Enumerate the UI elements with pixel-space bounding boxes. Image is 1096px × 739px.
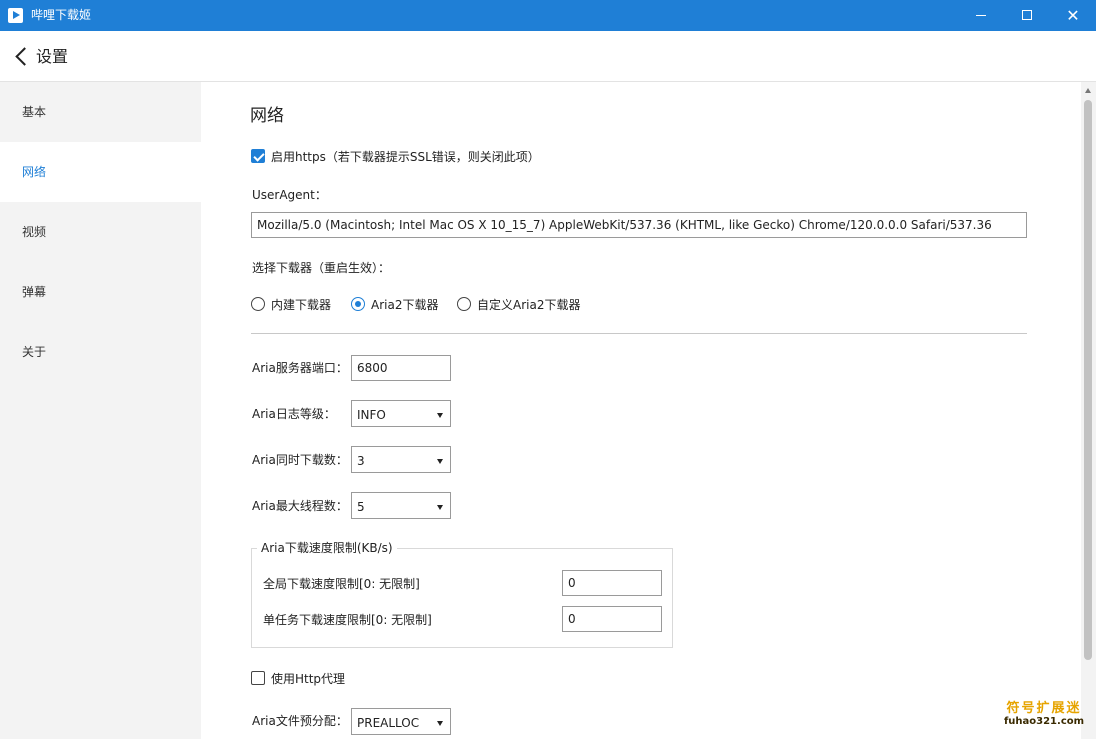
aria-threads-value: 5	[357, 500, 365, 514]
minimize-icon[interactable]	[958, 0, 1004, 31]
aria-log-level-select[interactable]: INFO	[351, 400, 451, 427]
speed-limit-legend: Aria下载速度限制(KB/s)	[257, 540, 397, 556]
aria2-downloader-radio[interactable]	[351, 297, 365, 311]
dropdown-caret-icon	[437, 505, 443, 510]
global-speed-limit-label: 全局下载速度限制[0: 无限制]	[263, 577, 420, 591]
aria-prealloc-value: PREALLOC	[357, 716, 420, 730]
title-bar: 哔哩下载姬 ✕	[0, 0, 1096, 31]
settings-header: 设置	[0, 31, 1096, 82]
chevron-left-icon[interactable]	[15, 47, 29, 67]
builtin-downloader-label[interactable]: 内建下载器	[271, 297, 331, 313]
sidebar-item-network[interactable]: 网络	[0, 142, 201, 202]
scrollbar-thumb[interactable]	[1084, 100, 1092, 660]
scroll-up-arrow-icon[interactable]	[1085, 88, 1091, 93]
aria-port-input[interactable]: 6800	[351, 355, 451, 381]
custom-aria2-downloader-label[interactable]: 自定义Aria2下载器	[477, 297, 580, 313]
http-proxy-checkbox[interactable]	[251, 671, 265, 685]
aria2-downloader-label[interactable]: Aria2下载器	[371, 297, 438, 313]
dropdown-caret-icon	[437, 721, 443, 726]
window-title: 哔哩下载姬	[31, 8, 92, 22]
settings-sidebar: 基本 网络 视频 弹幕 关于	[0, 82, 201, 739]
maximize-icon[interactable]	[1004, 0, 1050, 31]
https-checkbox[interactable]	[251, 149, 265, 163]
sidebar-item-about[interactable]: 关于	[0, 322, 201, 382]
user-agent-input[interactable]: Mozilla/5.0 (Macintosh; Intel Mac OS X 1…	[251, 212, 1027, 238]
aria-concurrent-select[interactable]: 3	[351, 446, 451, 473]
aria-prealloc-select[interactable]: PREALLOC	[351, 708, 451, 735]
watermark-main: 符号扩展迷	[1006, 701, 1082, 716]
http-proxy-label: 使用Http代理	[271, 672, 346, 686]
global-speed-limit-input[interactable]: 0	[562, 570, 662, 596]
aria-concurrent-label: Aria同时下载数：	[252, 453, 348, 467]
app-play-icon	[8, 8, 23, 23]
aria-concurrent-value: 3	[357, 454, 365, 468]
aria-log-level-label: Aria日志等级：	[252, 407, 336, 421]
aria-threads-label: Aria最大线程数：	[252, 499, 348, 513]
dropdown-caret-icon	[437, 459, 443, 464]
aria-prealloc-label: Aria文件预分配：	[252, 714, 348, 728]
task-speed-limit-input[interactable]: 0	[562, 606, 662, 632]
builtin-downloader-radio[interactable]	[251, 297, 265, 311]
page-title: 设置	[36, 47, 69, 66]
https-label: 启用https（若下载器提示SSL错误，则关闭此项）	[271, 150, 540, 164]
aria-log-level-value: INFO	[357, 408, 386, 422]
speed-limit-group	[251, 548, 673, 648]
close-icon[interactable]: ✕	[1050, 0, 1096, 31]
aria-threads-select[interactable]: 5	[351, 492, 451, 519]
sidebar-item-basic[interactable]: 基本	[0, 82, 201, 142]
user-agent-label: UserAgent：	[252, 188, 327, 202]
custom-aria2-downloader-radio[interactable]	[457, 297, 471, 311]
network-settings-panel: 网络 启用https（若下载器提示SSL错误，则关闭此项） UserAgent：…	[201, 82, 1096, 739]
dropdown-caret-icon	[437, 413, 443, 418]
aria-port-label: Aria服务器端口：	[252, 361, 348, 375]
watermark-sub: fuhao321.com	[1003, 716, 1085, 727]
divider	[251, 333, 1027, 334]
sidebar-item-danmaku[interactable]: 弹幕	[0, 262, 201, 322]
watermark: 符号扩展迷 fuhao321.com	[998, 701, 1090, 728]
downloader-label: 选择下载器（重启生效）：	[252, 261, 391, 275]
task-speed-limit-label: 单任务下载速度限制[0: 无限制]	[263, 613, 432, 627]
section-title: 网络	[250, 106, 284, 126]
sidebar-item-video[interactable]: 视频	[0, 202, 201, 262]
vertical-scrollbar[interactable]	[1081, 82, 1096, 739]
